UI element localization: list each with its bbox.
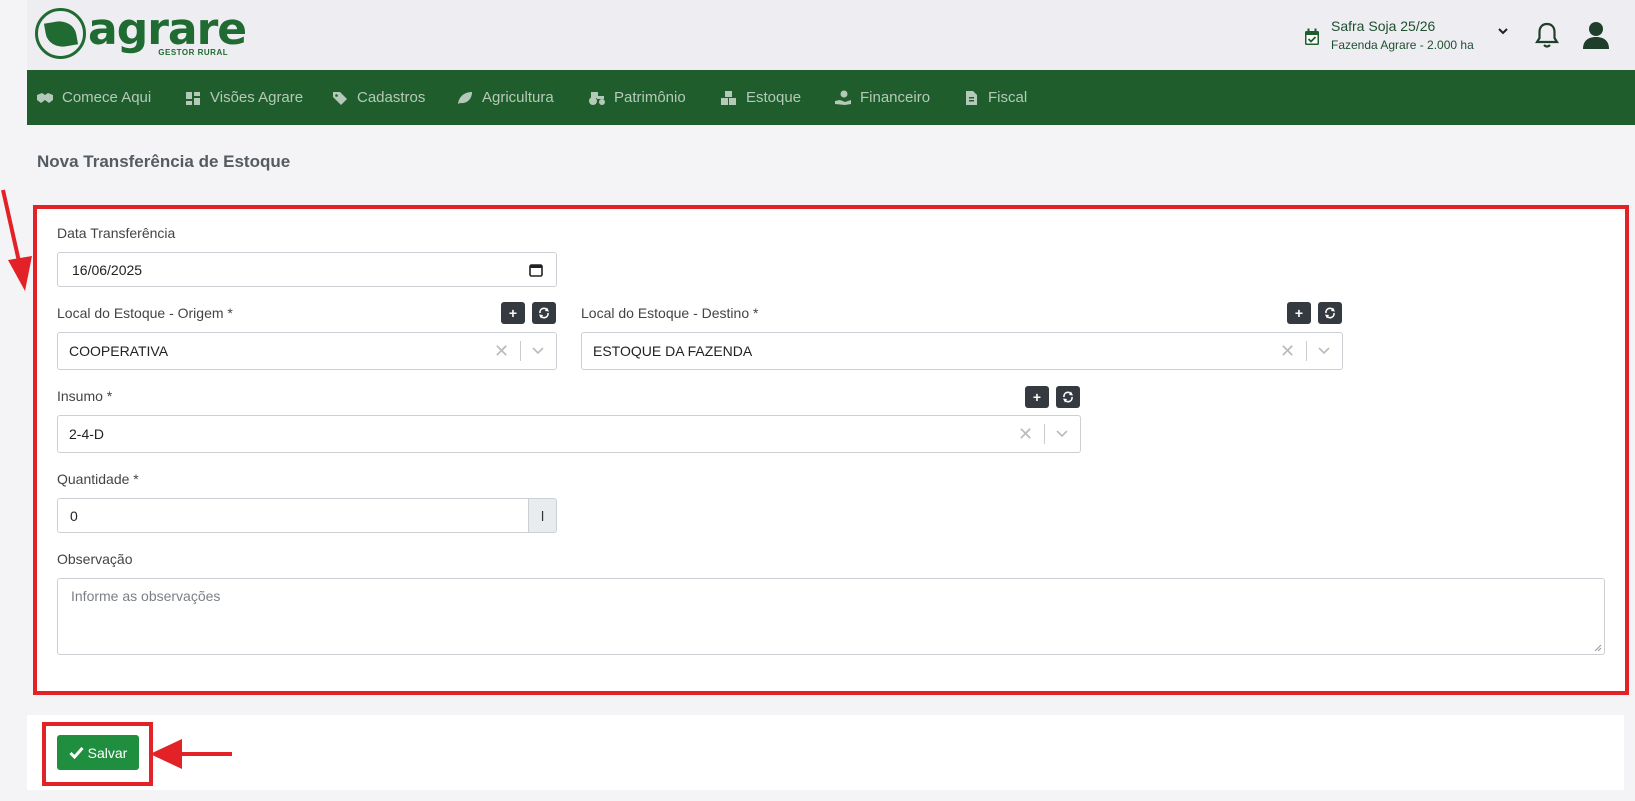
origem-label: Local do Estoque - Origem * xyxy=(57,305,233,321)
logo-leaf-icon xyxy=(35,8,86,59)
refresh-icon xyxy=(539,307,549,319)
safra-subtitle: Fazenda Agrare - 2.000 ha xyxy=(1331,38,1474,52)
hand-money-icon xyxy=(835,90,851,105)
refresh-origem-button[interactable] xyxy=(532,302,556,324)
observacao-textarea[interactable]: Informe as observações xyxy=(57,578,1605,655)
boxes-icon xyxy=(721,90,736,105)
page-title: Nova Transferência de Estoque xyxy=(37,152,291,171)
destino-label: Local do Estoque - Destino * xyxy=(581,305,759,321)
insumo-label: Insumo * xyxy=(57,388,113,404)
file-invoice-icon xyxy=(966,90,977,105)
logo-subtitle: GESTOR RURAL xyxy=(158,48,229,57)
tag-icon xyxy=(333,91,347,105)
refresh-icon xyxy=(1325,307,1335,319)
add-origem-button[interactable]: + xyxy=(501,302,525,324)
nav-item-cadastros[interactable]: Cadastros xyxy=(331,70,425,125)
annotation-arrow-left xyxy=(150,739,232,769)
nav-item-comece-aqui[interactable]: Comece Aqui xyxy=(36,70,151,125)
refresh-icon xyxy=(1063,391,1073,403)
clear-icon[interactable]: ✕ xyxy=(494,341,509,362)
save-button[interactable]: Salvar xyxy=(57,735,139,770)
add-destino-button[interactable]: + xyxy=(1287,302,1311,324)
clear-icon[interactable]: ✕ xyxy=(1280,341,1295,362)
nav-item-agricultura[interactable]: Agricultura xyxy=(456,70,554,125)
destino-select[interactable]: ESTOQUE DA FAZENDA ✕ xyxy=(581,332,1343,370)
chevron-down-icon[interactable] xyxy=(532,347,544,355)
annotation-arrow-down xyxy=(1,189,32,291)
handshake-icon xyxy=(37,92,53,103)
refresh-insumo-button[interactable] xyxy=(1056,386,1080,408)
data-transferencia-label: Data Transferência xyxy=(57,225,176,241)
nav-item-visoes-agrare[interactable]: Visões Agrare xyxy=(184,70,303,125)
clear-icon[interactable]: ✕ xyxy=(1018,424,1033,445)
observacao-label: Observação xyxy=(57,551,133,567)
safra-selector[interactable]: Safra Soja 25/26 Fazenda Agrare - 2.000 … xyxy=(1304,16,1474,54)
resize-handle-icon[interactable] xyxy=(1593,643,1602,652)
observacao-placeholder: Informe as observações xyxy=(71,588,221,604)
origem-select[interactable]: COOPERATIVA ✕ xyxy=(57,332,557,370)
nav-item-patrimonio[interactable]: Patrimônio xyxy=(588,70,686,125)
refresh-destino-button[interactable] xyxy=(1318,302,1342,324)
calendar-icon[interactable] xyxy=(529,263,543,277)
bell-icon[interactable] xyxy=(1534,21,1560,49)
quantidade-unit: l xyxy=(528,498,557,533)
chevron-down-icon[interactable] xyxy=(1318,347,1330,355)
main-nav: Comece Aqui Visões Agrare Cadastros Agri… xyxy=(27,70,1635,125)
nav-item-financeiro[interactable]: Financeiro xyxy=(834,70,930,125)
safra-title: Safra Soja 25/26 xyxy=(1331,18,1436,34)
leaf-icon xyxy=(458,91,472,104)
dashboard-icon xyxy=(186,91,200,105)
user-avatar-icon[interactable] xyxy=(1581,20,1611,50)
data-transferencia-input[interactable]: 16/06/2025 xyxy=(57,252,557,287)
plus-icon: + xyxy=(508,305,518,321)
tractor-icon xyxy=(589,91,605,105)
nav-item-estoque[interactable]: Estoque xyxy=(720,70,801,125)
insumo-select[interactable]: 2-4-D ✕ xyxy=(57,415,1081,453)
add-insumo-button[interactable]: + xyxy=(1025,386,1049,408)
nav-item-fiscal[interactable]: Fiscal xyxy=(962,70,1027,125)
calendar-check-icon xyxy=(1305,28,1319,45)
check-icon xyxy=(69,747,84,759)
chevron-down-icon[interactable] xyxy=(1497,26,1509,36)
plus-icon: + xyxy=(1032,389,1042,405)
quantidade-label: Quantidade * xyxy=(57,471,139,487)
form-footer xyxy=(27,715,1624,790)
quantidade-input[interactable]: 0 xyxy=(57,498,529,533)
agrare-logo[interactable]: agrare GESTOR RURAL xyxy=(35,8,247,59)
plus-icon: + xyxy=(1294,305,1304,321)
chevron-down-icon[interactable] xyxy=(1056,430,1068,438)
